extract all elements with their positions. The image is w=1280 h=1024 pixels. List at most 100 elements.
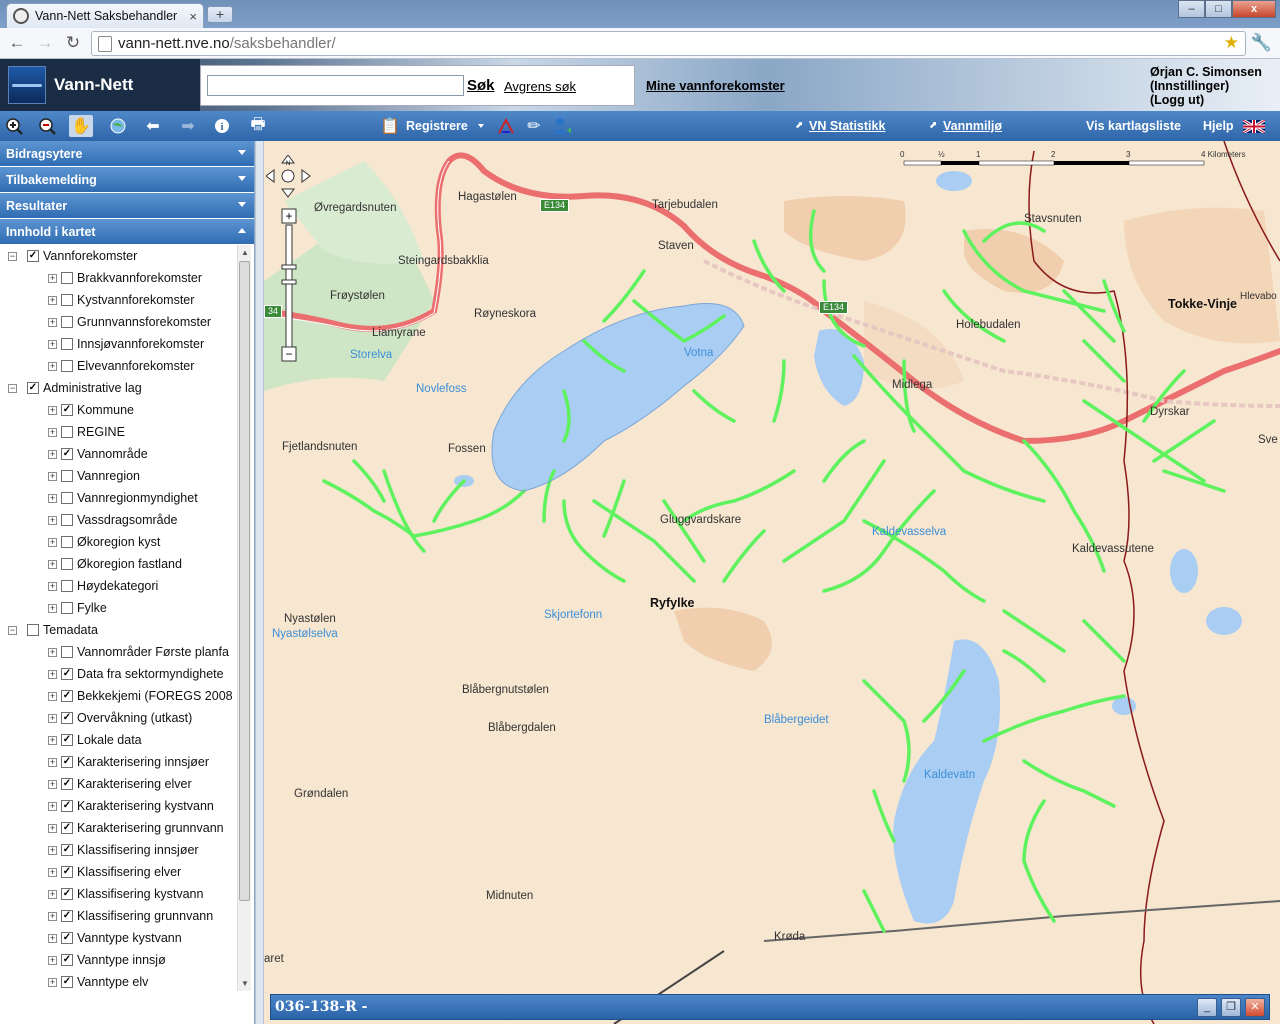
measure-tool-icon[interactable]	[494, 115, 518, 137]
expand-node-icon[interactable]: +	[48, 405, 57, 415]
layer-checkbox[interactable]	[61, 514, 73, 526]
layer-label[interactable]: Elvevannforekomster	[77, 359, 194, 373]
expand-node-icon[interactable]: +	[48, 845, 57, 855]
add-user-icon[interactable]: +	[549, 115, 573, 137]
scroll-down-icon[interactable]: ▼	[241, 979, 249, 988]
wrench-icon[interactable]: 🔧	[1251, 33, 1272, 53]
expand-node-icon[interactable]: +	[48, 273, 57, 283]
vannmiljo-link[interactable]: Vannmiljø	[943, 119, 1002, 133]
layer-checkbox[interactable]	[61, 470, 73, 482]
layer-label[interactable]: Vassdragsområde	[77, 513, 178, 527]
layer-checkbox[interactable]: ✓	[27, 382, 39, 394]
layer-checkbox[interactable]: ✓	[61, 888, 73, 900]
new-tab-button[interactable]: +	[207, 6, 233, 23]
expand-caret-icon[interactable]	[238, 176, 246, 181]
layer-checkbox[interactable]: ✓	[61, 734, 73, 746]
scroll-up-icon[interactable]: ▲	[241, 248, 249, 257]
layer-label[interactable]: Brakkvannforekomster	[77, 271, 202, 285]
expand-caret-icon[interactable]	[238, 202, 246, 207]
layer-checkbox[interactable]: ✓	[61, 712, 73, 724]
expand-caret-icon[interactable]	[238, 150, 246, 155]
layer-label[interactable]: Temadata	[43, 623, 98, 637]
expand-node-icon[interactable]: +	[48, 691, 57, 701]
layer-label[interactable]: Vannområder Første planfa	[77, 645, 229, 659]
layer-label[interactable]: Karakterisering innsjøer	[77, 755, 209, 769]
layer-label[interactable]: Kystvannforekomster	[77, 293, 194, 307]
layer-label[interactable]: Økoregion fastland	[77, 557, 182, 571]
layer-tree-scrollbar[interactable]: ▲ ▼	[237, 245, 251, 991]
expand-node-icon[interactable]: +	[48, 493, 57, 503]
refine-search-link[interactable]: Avgrens søk	[504, 79, 576, 94]
english-flag-icon[interactable]	[1242, 118, 1266, 135]
layer-checkbox[interactable]: ✓	[61, 756, 73, 768]
expand-node-icon[interactable]: +	[48, 977, 57, 987]
expand-node-icon[interactable]: +	[48, 757, 57, 767]
maximize-button[interactable]: □	[1205, 0, 1232, 18]
layer-checkbox[interactable]: ✓	[61, 844, 73, 856]
collapse-node-icon[interactable]: −	[8, 251, 17, 261]
layer-label[interactable]: Vannområde	[77, 447, 148, 461]
layer-checkbox[interactable]	[61, 294, 73, 306]
expand-node-icon[interactable]: +	[48, 339, 57, 349]
layer-checkbox[interactable]	[61, 492, 73, 504]
layer-checkbox[interactable]: ✓	[61, 910, 73, 922]
layer-label[interactable]: Karakterisering kystvann	[77, 799, 214, 813]
layer-checkbox[interactable]	[61, 316, 73, 328]
layer-label[interactable]: Karakterisering grunnvann	[77, 821, 224, 835]
panel-minimize-button[interactable]: _	[1197, 998, 1217, 1017]
layer-label[interactable]: Høydekategori	[77, 579, 158, 593]
edit-pencil-icon[interactable]: ✏	[522, 115, 546, 137]
expand-node-icon[interactable]: +	[48, 801, 57, 811]
back-arrow-icon[interactable]: ←	[6, 33, 28, 53]
layer-label[interactable]: REGINE	[77, 425, 125, 439]
layer-checkbox[interactable]: ✓	[61, 954, 73, 966]
scrollbar-thumb[interactable]	[239, 261, 250, 901]
accordion-header[interactable]: Tilbakemelding	[0, 167, 254, 193]
layer-checkbox[interactable]: ✓	[61, 668, 73, 680]
expand-node-icon[interactable]: +	[48, 471, 57, 481]
panel-close-button[interactable]: ✕	[1245, 998, 1265, 1017]
layer-checkbox[interactable]	[61, 536, 73, 548]
layer-checkbox[interactable]: ✓	[61, 800, 73, 812]
layer-checkbox[interactable]	[61, 426, 73, 438]
info-icon[interactable]: i	[210, 115, 234, 137]
globe-zoom-icon[interactable]	[106, 115, 130, 137]
layer-checkbox[interactable]: ✓	[27, 250, 39, 262]
expand-node-icon[interactable]: +	[48, 361, 57, 371]
layer-label[interactable]: Overvåkning (utkast)	[77, 711, 192, 725]
zoom-out-icon[interactable]	[35, 115, 59, 137]
expand-node-icon[interactable]: +	[48, 647, 57, 657]
layer-checkbox[interactable]	[61, 338, 73, 350]
forward-arrow-icon[interactable]: →	[34, 33, 56, 53]
expand-node-icon[interactable]: +	[48, 449, 57, 459]
pan-hand-icon[interactable]: ✋	[69, 115, 93, 137]
search-button[interactable]: Søk	[467, 77, 495, 94]
user-settings-link[interactable]: (Innstillinger)	[1150, 79, 1262, 93]
layer-checkbox[interactable]	[61, 646, 73, 658]
layer-label[interactable]: Innsjøvannforekomster	[77, 337, 204, 351]
expand-node-icon[interactable]: +	[48, 955, 57, 965]
logout-link[interactable]: (Logg ut)	[1150, 93, 1262, 107]
back-extent-icon[interactable]: ⬅	[141, 115, 165, 137]
layer-checkbox[interactable]: ✓	[61, 448, 73, 460]
layer-checkbox[interactable]	[61, 272, 73, 284]
bookmark-star-icon[interactable]: ★	[1224, 33, 1239, 53]
layer-label[interactable]: Klassifisering grunnvann	[77, 909, 213, 923]
layer-label[interactable]: Vanntype elv	[77, 975, 148, 989]
expand-node-icon[interactable]: +	[48, 295, 57, 305]
expand-node-icon[interactable]: +	[48, 515, 57, 525]
close-window-button[interactable]: x	[1232, 0, 1276, 18]
layer-checkbox[interactable]	[61, 558, 73, 570]
map-view[interactable]: 0 ½ 1 2 3 4 Kilometers E134 E134 34 Haga…	[264, 141, 1280, 1024]
expand-node-icon[interactable]: +	[48, 889, 57, 899]
layer-label[interactable]: Vannforekomster	[43, 249, 137, 263]
layer-label[interactable]: Administrative lag	[43, 381, 142, 395]
tab-close-icon[interactable]: ×	[189, 9, 197, 24]
browser-tab[interactable]: Vann-Nett Saksbehandler ×	[6, 3, 204, 28]
layer-label[interactable]: Fylke	[77, 601, 107, 615]
layer-label[interactable]: Vannregionmyndighet	[77, 491, 198, 505]
search-input[interactable]	[207, 75, 464, 96]
collapse-caret-icon[interactable]	[238, 228, 246, 233]
layer-checkbox[interactable]	[27, 624, 39, 636]
collapse-node-icon[interactable]: −	[8, 625, 17, 635]
